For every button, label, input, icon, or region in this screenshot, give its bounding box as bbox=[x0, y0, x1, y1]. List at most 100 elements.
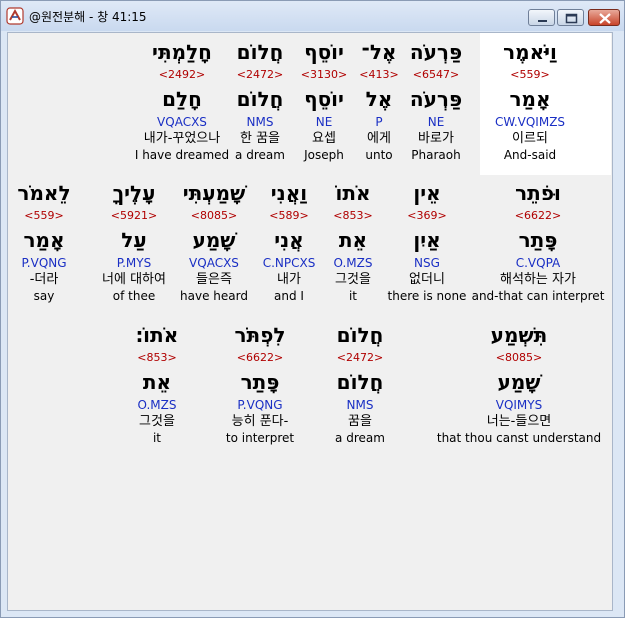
hebrew-word: אֹתוֹ bbox=[335, 181, 371, 205]
korean-gloss: 요셉 bbox=[312, 131, 336, 146]
word-cell[interactable]: אֶל־ <413> אֶל P 에게 unto bbox=[359, 37, 398, 163]
korean-gloss: 너에 대하여 bbox=[102, 272, 166, 287]
korean-gloss: 에게 bbox=[367, 131, 391, 146]
strong-number[interactable]: <8085> bbox=[437, 350, 601, 365]
strong-number[interactable]: <413> bbox=[359, 67, 398, 82]
parsing-code: C.VQPA bbox=[515, 256, 561, 270]
parsing-code: P bbox=[375, 115, 383, 129]
word-cell[interactable]: פַּרְעֹה <6547> פַּרְעֹה NE 바로가 Pharaoh bbox=[410, 37, 462, 163]
hebrew-word: חֲלוֹם bbox=[336, 323, 384, 347]
english-gloss: there is none bbox=[387, 289, 467, 303]
korean-gloss: 이르되 bbox=[512, 131, 548, 146]
word-cell[interactable]: אֹתוֹ׃ <853> אֵת O.MZS 그것을 it bbox=[136, 320, 179, 446]
english-gloss: of thee bbox=[112, 289, 156, 303]
parsing-code: NSG bbox=[414, 256, 440, 270]
word-cell[interactable]: שָׁמַעְתִּי <8085> שָׁמַע VQACXS 들은즉 have hea… bbox=[180, 178, 248, 304]
word-cell[interactable]: עָלֶיךָ <5921> עַל P.MYS 너에 대하여 of thee bbox=[102, 178, 166, 304]
english-gloss: Joseph bbox=[304, 148, 344, 162]
word-cell[interactable]: וַאֲנִי <589> אֲנִי C.NPCXS 내가 and I bbox=[263, 178, 316, 304]
english-gloss: a dream bbox=[335, 431, 385, 445]
parsing-code: VQACXS bbox=[189, 256, 239, 270]
parsing-code: VQIMYS bbox=[495, 398, 543, 412]
korean-gloss: 내가 bbox=[277, 272, 301, 287]
korean-gloss: 내가-꾸었으나 bbox=[143, 131, 221, 146]
hebrew-word: וַאֲנִי bbox=[270, 181, 308, 205]
korean-gloss: 한 꿈을 bbox=[239, 131, 281, 146]
word-cell[interactable]: אֵין <369> אַיִן NSG 없더니 there is none bbox=[388, 178, 467, 304]
lemma-word: אֲנִי bbox=[274, 228, 304, 252]
word-cell[interactable]: חֲלוֹם <2472> חֲלוֹם NMS 꿈을 a dream bbox=[335, 320, 385, 446]
english-gloss: Pharaoh bbox=[411, 148, 461, 162]
hebrew-word: חֲלוֹם bbox=[236, 40, 284, 64]
hebrew-word: שָׁמַעְתִּי bbox=[182, 181, 246, 205]
maximize-icon bbox=[565, 13, 578, 24]
strong-number[interactable]: <369> bbox=[388, 208, 467, 223]
english-gloss: I have dreamed bbox=[134, 148, 230, 162]
lemma-word: חֲלוֹם bbox=[336, 370, 384, 394]
strong-number[interactable]: <2472> bbox=[335, 350, 385, 365]
korean-gloss: 없더니 bbox=[409, 272, 445, 287]
app-window: @원전분해 - 창 41:15 וַיֹּאמֶר <559> אָמַר CW.VQ… bbox=[0, 0, 625, 618]
window-title: @원전분해 - 창 41:15 bbox=[29, 10, 147, 24]
word-cell[interactable]: חֲלוֹם <2472> חֲלוֹם NMS 한 꿈을 a dream bbox=[235, 37, 285, 163]
strong-number[interactable]: <6547> bbox=[410, 67, 462, 82]
lemma-word: יוֹסֵף bbox=[304, 87, 344, 111]
lemma-word: פַּרְעֹה bbox=[409, 87, 463, 111]
korean-gloss: 꿈을 bbox=[348, 414, 372, 429]
english-gloss: a dream bbox=[235, 148, 285, 162]
lemma-word: פָּתַר bbox=[240, 370, 280, 394]
korean-gloss: 능히 푼다- bbox=[231, 414, 289, 429]
strong-number[interactable]: <3130> bbox=[301, 67, 347, 82]
parsing-code: NE bbox=[427, 115, 445, 129]
english-gloss: and-that can interpret bbox=[471, 289, 605, 303]
hebrew-word: חָלַמְתִּי bbox=[152, 40, 212, 64]
close-icon bbox=[599, 13, 611, 24]
lemma-word: אַיִן bbox=[413, 228, 441, 252]
lemma-word: אֵת bbox=[142, 370, 172, 394]
lemma-word: אָמַר bbox=[23, 228, 65, 252]
lemma-word: פָּתַר bbox=[518, 228, 558, 252]
hebrew-word: פַּרְעֹה bbox=[409, 40, 463, 64]
hebrew-word: אֹתוֹ׃ bbox=[135, 323, 179, 347]
hebrew-word: תִּשְׁמַע bbox=[490, 323, 548, 347]
strong-number[interactable]: <559> bbox=[495, 67, 565, 82]
english-gloss: that thou canst understand bbox=[436, 431, 602, 445]
hebrew-word: לֵאמֹר bbox=[17, 181, 71, 205]
parsing-code: CW.VQIMZS bbox=[494, 115, 566, 129]
word-cell[interactable]: יוֹסֵף <3130> יוֹסֵף NE 요셉 Joseph bbox=[301, 37, 347, 163]
english-gloss: to interpret bbox=[225, 431, 295, 445]
strong-number[interactable]: <6622> bbox=[226, 350, 294, 365]
strong-number[interactable]: <5921> bbox=[102, 208, 166, 223]
word-cell[interactable]: תִּשְׁמַע <8085> שָׁמַע VQIMYS 너는-들으면 that th… bbox=[437, 320, 601, 446]
english-gloss: unto bbox=[365, 148, 393, 162]
word-cell[interactable]: אֹתוֹ <853> אֵת O.MZS 그것을 it bbox=[333, 178, 372, 304]
korean-gloss: 해석하는 자가 bbox=[500, 272, 576, 287]
strong-number[interactable]: <853> bbox=[333, 208, 372, 223]
english-gloss: and I bbox=[274, 289, 304, 303]
word-cell[interactable]: לִפְתֹּר <6622> פָּתַר P.VQNG 능히 푼다-to inter… bbox=[226, 320, 294, 446]
strong-number[interactable]: <8085> bbox=[180, 208, 248, 223]
strong-number[interactable]: <559> bbox=[17, 208, 70, 223]
hebrew-word: אֶל־ bbox=[361, 40, 397, 64]
strong-number[interactable]: <589> bbox=[263, 208, 316, 223]
word-cell[interactable]: חָלַמְתִּי <2492> חָלַם VQACXS 내가-꾸었으나 I have… bbox=[135, 37, 229, 163]
strong-number[interactable]: <6622> bbox=[472, 208, 605, 223]
strong-number[interactable]: <2472> bbox=[235, 67, 285, 82]
parsing-code: VQACXS bbox=[157, 115, 207, 129]
lemma-word: שָׁמַע bbox=[192, 228, 236, 252]
minimize-button[interactable] bbox=[528, 9, 555, 26]
verse-analysis-pane: וַיֹּאמֶר <559> אָמַר CW.VQIMZS 이르되 And-said פ… bbox=[7, 32, 613, 611]
strong-number[interactable]: <853> bbox=[136, 350, 179, 365]
close-button[interactable] bbox=[588, 9, 620, 26]
strong-number[interactable]: <2492> bbox=[135, 67, 229, 82]
word-cell[interactable]: וּפֹתֵר <6622> פָּתַר C.VQPA 해석하는 자가 and-that… bbox=[472, 178, 605, 304]
word-cell[interactable]: וַיֹּאמֶר <559> אָמַר CW.VQIMZS 이르되 And-said bbox=[495, 37, 565, 163]
parsing-code: NMS bbox=[246, 115, 274, 129]
english-gloss: say bbox=[33, 289, 55, 303]
maximize-button[interactable] bbox=[557, 9, 584, 26]
word-cell[interactable]: לֵאמֹר <559> אָמַר P.VQNG -더라 say bbox=[17, 178, 70, 304]
title-bar[interactable]: @원전분해 - 창 41:15 bbox=[1, 1, 624, 31]
korean-gloss: 그것을 bbox=[139, 414, 175, 429]
parsing-code: P.VQNG bbox=[21, 256, 67, 270]
hebrew-word: וַיֹּאמֶר bbox=[503, 40, 557, 64]
